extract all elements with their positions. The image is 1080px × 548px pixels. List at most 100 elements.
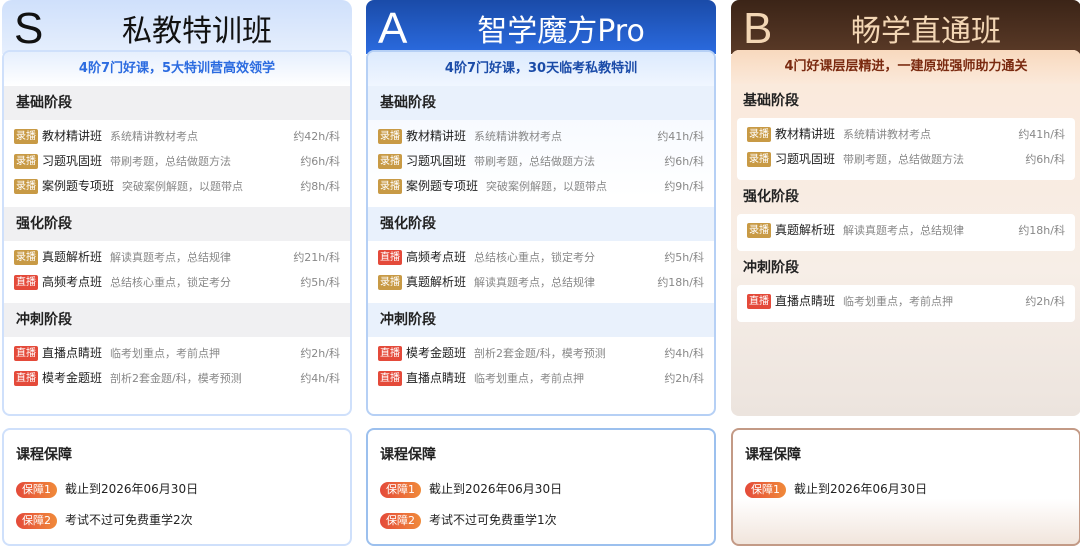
stage-section: 冲刺阶段 直播 直播点睛班 临考划重点，考前点押 约2h/科	[731, 251, 1080, 322]
course-row[interactable]: 录播 教材精讲班 系统精讲教材考点 约41h/科	[747, 122, 1065, 147]
course-duration: 约2h/科	[664, 372, 704, 385]
course-description: 总结核心重点，锁定考分	[474, 251, 596, 264]
recorded-badge: 录播	[378, 179, 402, 194]
course-row[interactable]: 直播 模考金题班 剖析2套金题/科，模考预测 约4h/科	[378, 341, 704, 366]
guarantee-card: 课程保障 保障1 截止到2026年06月30日	[731, 428, 1080, 546]
stage-section: 冲刺阶段 直播 模考金题班 剖析2套金题/科，模考预测 约4h/科 直播 直播点睛班 临考划重…	[368, 303, 714, 399]
course-description: 突破案例解题，以题带点	[122, 180, 244, 193]
guarantee-text: 考试不过可免费重学1次	[429, 513, 557, 527]
course-row[interactable]: 录播 真题解析班 解读真题考点，总结规律 约18h/科	[747, 218, 1065, 243]
course-card: 4门好课层层精进，一建原班强师助力通关 基础阶段 录播 教材精讲班 系统精讲教材考点 约4…	[731, 50, 1080, 416]
recorded-badge: 录播	[14, 179, 38, 194]
stage-course-list: 直播 直播点睛班 临考划重点，考前点押 约2h/科	[737, 285, 1075, 322]
course-row[interactable]: 录播 真题解析班 解读真题考点，总结规律 约21h/科	[14, 245, 340, 270]
stage-title: 强化阶段	[743, 189, 799, 205]
course-row[interactable]: 录播 案例题专项班 突破案例解题，以题带点 约9h/科	[378, 174, 704, 199]
stage-course-list: 录播 真题解析班 解读真题考点，总结规律 约21h/科 直播 高频考点班 总结核心重点，锁定…	[4, 241, 350, 303]
course-name: 直播点睛班	[775, 294, 836, 308]
course-name: 案例题专项班	[42, 179, 115, 193]
course-description: 临考划重点，考前点押	[474, 372, 585, 385]
course-row[interactable]: 录播 习题巩固班 带刷考题，总结做题方法 约6h/科	[747, 147, 1065, 172]
course-name: 案例题专项班	[406, 179, 479, 193]
stage-course-list: 录播 教材精讲班 系统精讲教材考点 约42h/科 录播 习题巩固班 带刷考题，总结做题方法约…	[4, 120, 350, 207]
plan-column-b: B 畅学直通班 4门好课层层精进，一建原班强师助力通关 基础阶段 录播 教材精讲班 系统精讲…	[731, 0, 1080, 548]
live-badge: 直播	[14, 275, 38, 290]
guarantee-item: 保障1 截止到2026年06月30日	[745, 474, 1067, 505]
live-badge: 直播	[378, 250, 402, 265]
plan-tagline: 4阶7门好课，5大特训营高效领学	[4, 52, 350, 86]
course-duration: 约6h/科	[664, 155, 704, 168]
course-description: 带刷考题，总结做题方法	[843, 153, 965, 166]
plan-title: 私教特训班	[122, 14, 272, 49]
course-duration: 约2h/科	[1025, 295, 1065, 308]
plan-title: 畅学直通班	[851, 14, 1001, 49]
course-row[interactable]: 直播 直播点睛班 临考划重点，考前点押 约2h/科	[14, 341, 340, 366]
recorded-badge: 录播	[747, 127, 771, 142]
live-badge: 直播	[747, 294, 771, 309]
course-row[interactable]: 录播 教材精讲班 系统精讲教材考点 约41h/科	[378, 124, 704, 149]
course-duration: 约4h/科	[664, 347, 704, 360]
course-description: 系统精讲教材考点	[843, 128, 932, 141]
stage-section: 强化阶段录播 真题解析班 解读真题考点，总结规律 约18h/科	[731, 180, 1080, 251]
course-name: 真题解析班	[775, 223, 836, 237]
course-duration: 约18h/科	[657, 276, 704, 289]
plan-column-s: S 私教特训班 4阶7门好课，5大特训营高效领学 基础阶段 录播 教材精讲班 系统精讲教材考…	[2, 0, 352, 548]
guarantee-text: 截止到2026年06月30日	[65, 482, 199, 496]
course-duration: 约42h/科	[293, 130, 340, 143]
plan-column-a: A 智学魔方Pro 4阶7门好课，30天临考私教特训 基础阶段 录播 教材精讲班 系统精讲教…	[366, 0, 716, 548]
course-card: 4阶7门好课，5大特训营高效领学 基础阶段 录播 教材精讲班 系统精讲教材考点 约42h/…	[2, 50, 352, 416]
course-row[interactable]: 录播 习题巩固班 带刷考题，总结做题方法 约6h/科	[378, 149, 704, 174]
guarantee-text: 考试不过可免费重学2次	[65, 513, 193, 527]
course-duration: 约2h/科	[300, 347, 340, 360]
guarantee-card: 课程保障 保障1 截止到2026年06月30日 保障2 考试不过可免费重学1次	[366, 428, 716, 546]
course-row[interactable]: 直播 高频考点班 总结核心重点，锁定考分 约5h/科	[14, 270, 340, 295]
course-description: 解读真题考点，总结规律	[110, 251, 232, 264]
course-duration: 约5h/科	[300, 276, 340, 289]
guarantee-card: 课程保障保障1 截止到2026年06月30日保障2 考试不过可免费重学2次	[2, 428, 352, 546]
course-row[interactable]: 录播 案例题专项班 突破案例解题，以题带点 约8h/科	[14, 174, 340, 199]
live-badge: 直播	[378, 371, 402, 386]
recorded-badge: 录播	[14, 154, 38, 169]
stage-title: 强化阶段	[368, 207, 714, 241]
recorded-badge: 录播	[747, 223, 771, 238]
stage-course-list: 录播 教材精讲班 系统精讲教材考点 约41h/科 录播 习题巩固班 带刷考题，总结做题方法约…	[368, 120, 714, 207]
recorded-badge: 录播	[14, 250, 38, 265]
plan-tagline: 4阶7门好课，30天临考私教特训	[368, 52, 714, 86]
stage-course-list: 直播 直播点睛班 临考划重点，考前点押 约2h/科 直播 模考金题班 剖析2套金题/科，模考…	[4, 337, 350, 399]
recorded-badge: 录播	[378, 154, 402, 169]
guarantee-text: 截止到2026年06月30日	[794, 482, 928, 496]
course-description: 系统精讲教材考点	[474, 130, 563, 143]
course-name: 教材精讲班	[775, 127, 836, 141]
guarantee-title: 课程保障	[380, 447, 436, 463]
guarantee-badge: 保障1	[16, 481, 57, 498]
course-description: 突破案例解题，以题带点	[486, 180, 608, 193]
course-description: 剖析2套金题/科，模考预测	[110, 372, 242, 385]
course-row[interactable]: 录播 教材精讲班 系统精讲教材考点 约42h/科	[14, 124, 340, 149]
guarantee-badge: 保障2	[380, 512, 421, 529]
guarantee-item: 保障2 考试不过可免费重学2次	[16, 505, 338, 536]
course-description: 临考划重点，考前点押	[843, 295, 954, 308]
stage-section: 基础阶段 录播 教材精讲班 系统精讲教材考点 约41h/科 录播 习题巩固班 带刷考题，总结做…	[731, 84, 1080, 180]
live-badge: 直播	[14, 346, 38, 361]
course-row[interactable]: 直播 直播点睛班 临考划重点，考前点押 约2h/科	[747, 289, 1065, 314]
course-description: 剖析2套金题/科，模考预测	[474, 347, 606, 360]
course-row[interactable]: 录播 习题巩固班 带刷考题，总结做题方法 约6h/科	[14, 149, 340, 174]
course-name: 模考金题班	[42, 371, 103, 385]
course-name: 模考金题班	[406, 346, 467, 360]
guarantee-title: 课程保障	[16, 447, 72, 463]
course-name: 习题巩固班	[775, 152, 836, 166]
course-row[interactable]: 直播 模考金题班 剖析2套金题/科，模考预测 约4h/科	[14, 366, 340, 391]
guarantee-item: 保障2 考试不过可免费重学1次	[380, 505, 702, 536]
course-description: 临考划重点，考前点押	[110, 347, 221, 360]
stage-course-list: 录播 真题解析班 解读真题考点，总结规律 约18h/科	[737, 214, 1075, 251]
stage-title: 强化阶段	[4, 207, 350, 241]
course-row[interactable]: 直播 直播点睛班 临考划重点，考前点押 约2h/科	[378, 366, 704, 391]
stage-course-list: 录播 教材精讲班 系统精讲教材考点 约41h/科 录播 习题巩固班 带刷考题，总结做题方法约…	[737, 118, 1075, 180]
plan-tagline: 4门好课层层精进，一建原班强师助力通关	[731, 50, 1080, 84]
course-description: 总结核心重点，锁定考分	[110, 276, 232, 289]
course-row[interactable]: 录播 真题解析班 解读真题考点，总结规律 约18h/科	[378, 270, 704, 295]
course-row[interactable]: 直播 高频考点班 总结核心重点，锁定考分 约5h/科	[378, 245, 704, 270]
live-badge: 直播	[14, 371, 38, 386]
course-name: 高频考点班	[42, 275, 103, 289]
course-description: 系统精讲教材考点	[110, 130, 199, 143]
